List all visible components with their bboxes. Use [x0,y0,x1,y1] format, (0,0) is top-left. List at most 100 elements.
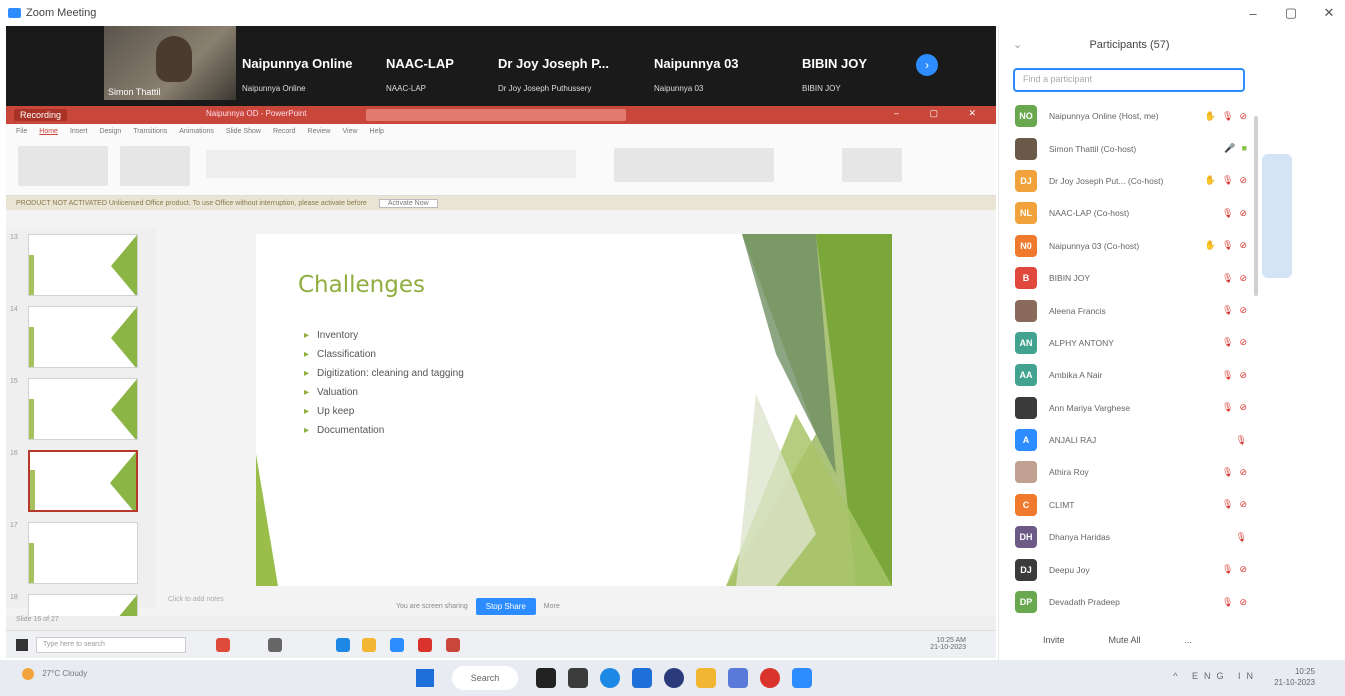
mic-muted-icon[interactable]: 🎙 [1222,240,1233,251]
widgets-icon[interactable] [568,668,588,688]
ppt-search-box[interactable] [366,109,626,121]
video-off-icon[interactable]: ⊘ [1239,111,1247,122]
more-options-button[interactable]: ... [1185,635,1193,645]
participant-row[interactable]: AA Ambika A Nair 🎙 ⊘ [1015,359,1251,391]
participant-row[interactable]: C CLIMT 🎙 ⊘ [1015,489,1251,521]
video-off-icon[interactable]: ⊘ [1239,273,1247,284]
scrollbar[interactable] [1254,116,1258,296]
mic-muted-icon[interactable]: 🎙 [1222,175,1233,186]
folder-icon[interactable] [362,638,376,652]
system-tray[interactable]: ^ ENG IN [1173,671,1259,681]
ppt-tab-slideshow[interactable]: Slide Show [226,128,261,135]
taskbar-clock[interactable]: 10:25 21-10-2023 [1274,666,1315,688]
mic-muted-icon[interactable]: 🎙 [1222,597,1233,608]
share-more-button[interactable]: More [544,603,560,610]
participant-search-input[interactable]: Find a participant [1013,68,1245,92]
shared-search-box[interactable]: Type here to search [36,637,186,653]
ribbon-editing-group[interactable] [842,148,902,182]
video-off-icon[interactable]: ⊘ [1239,370,1247,381]
participant-row[interactable]: Ann Mariya Varghese 🎙 ⊘ [1015,392,1251,424]
participant-row[interactable]: N0 Naipunnya 03 (Co-host) ✋ 🎙 ⊘ [1015,230,1251,262]
ppt-tab-transitions[interactable]: Transitions [133,128,167,135]
slide-canvas[interactable]: Challenges Inventory Classification Digi… [256,234,892,586]
maximize-button[interactable]: ▢ [1281,5,1301,21]
mic-muted-icon[interactable]: 🎙 [1222,305,1233,316]
participant-row[interactable]: NO Naipunnya Online (Host, me) ✋ 🎙 ⊘ [1015,100,1251,132]
windows-start-icon[interactable] [416,669,434,687]
chrome-icon[interactable] [418,638,432,652]
task-view-icon[interactable] [536,668,556,688]
mute-all-button[interactable]: Mute All [1109,635,1141,645]
slide-thumbnail[interactable] [28,306,138,368]
invite-button[interactable]: Invite [1043,635,1065,645]
participant-row[interactable]: NL NAAC-LAP (Co-host) 🎙 ⊘ [1015,197,1251,229]
ppt-tab-review[interactable]: Review [308,128,331,135]
app-icon[interactable] [268,638,282,652]
video-off-icon[interactable]: ⊘ [1239,337,1247,348]
slide-thumbnail[interactable] [28,522,138,584]
participant-row[interactable]: Aleena Francis 🎙 ⊘ [1015,294,1251,326]
participant-row[interactable]: DJ Dr Joy Joseph Put... (Co-host) ✋ 🎙 ⊘ [1015,165,1251,197]
edge-icon[interactable] [336,638,350,652]
ribbon-drawing-group[interactable] [614,148,774,182]
next-page-button[interactable]: › [916,54,938,76]
ppt-tab-insert[interactable]: Insert [70,128,88,135]
video-off-icon[interactable]: ⊘ [1239,208,1247,219]
weather-widget[interactable]: 27°C Cloudy [22,668,87,680]
ppt-tab-home[interactable]: Home [39,128,58,135]
notes-bar[interactable]: Click to add notes [156,596,996,612]
video-on-icon[interactable]: ■ [1242,143,1247,154]
mail-icon[interactable] [632,668,652,688]
folder-icon[interactable] [696,668,716,688]
video-off-icon[interactable]: ⊘ [1239,240,1247,251]
ribbon-font-group[interactable] [206,150,576,178]
start-icon[interactable] [16,639,28,651]
participant-row[interactable]: Simon Thattil (Co-host) 🎤 ■ [1015,132,1251,164]
taskbar-search[interactable]: Search [452,666,518,690]
slide-thumbnail[interactable] [28,234,138,296]
slide-thumbnail[interactable] [28,378,138,440]
zoom-app-icon[interactable] [792,668,812,688]
participant-row[interactable]: Athira Roy 🎙 ⊘ [1015,456,1251,488]
mic-icon[interactable]: 🎤 [1224,143,1235,154]
participant-row[interactable]: B BIBIN JOY 🎙 ⊘ [1015,262,1251,294]
mic-muted-icon[interactable]: 🎙 [1222,564,1233,575]
activate-now-button[interactable]: Activate Now [378,198,438,208]
minimize-button[interactable]: – [1243,6,1263,21]
ppt-tab-view[interactable]: View [342,128,357,135]
participant-row[interactable]: DH Dhanya Haridas 🎙 [1015,521,1251,553]
participant-row[interactable]: A ANJALI RAJ 🎙 [1015,424,1251,456]
chrome-icon[interactable] [760,668,780,688]
mic-muted-icon[interactable]: 🎙 [1222,402,1233,413]
video-off-icon[interactable]: ⊘ [1239,467,1247,478]
mic-muted-icon[interactable]: 🎙 [1236,435,1247,446]
ppt-tab-animations[interactable]: Animations [179,128,214,135]
ppt-tab-help[interactable]: Help [370,128,384,135]
video-off-icon[interactable]: ⊘ [1239,402,1247,413]
mic-muted-icon[interactable]: 🎙 [1236,532,1247,543]
mic-muted-icon[interactable]: 🎙 [1222,337,1233,348]
video-tile[interactable]: Simon Thattil [104,26,236,100]
mic-muted-icon[interactable]: 🎙 [1222,111,1233,122]
mic-muted-icon[interactable]: 🎙 [1222,467,1233,478]
edge-icon[interactable] [600,668,620,688]
participant-row[interactable]: DP Devadath Pradeep 🎙 ⊘ [1015,586,1251,618]
ppt-tab-file[interactable]: File [16,128,27,135]
mic-muted-icon[interactable]: 🎙 [1222,370,1233,381]
mic-muted-icon[interactable]: 🎙 [1222,499,1233,510]
video-off-icon[interactable]: ⊘ [1239,597,1247,608]
video-off-icon[interactable]: ⊘ [1239,499,1247,510]
video-off-icon[interactable]: ⊘ [1239,305,1247,316]
collapse-icon[interactable]: ⌄ [1013,26,1022,64]
app-icon[interactable] [216,638,230,652]
ribbon-clipboard-group[interactable] [18,146,108,186]
dell-icon[interactable] [664,668,684,688]
mic-muted-icon[interactable]: 🎙 [1222,208,1233,219]
ppt-tab-record[interactable]: Record [273,128,296,135]
app-icon[interactable] [728,668,748,688]
stop-share-button[interactable]: Stop Share [475,598,536,615]
recording-badge[interactable]: Recording [14,109,68,121]
ribbon-slides-group[interactable] [120,146,190,186]
powerpoint-icon[interactable] [446,638,460,652]
zoom-app-icon[interactable] [390,638,404,652]
